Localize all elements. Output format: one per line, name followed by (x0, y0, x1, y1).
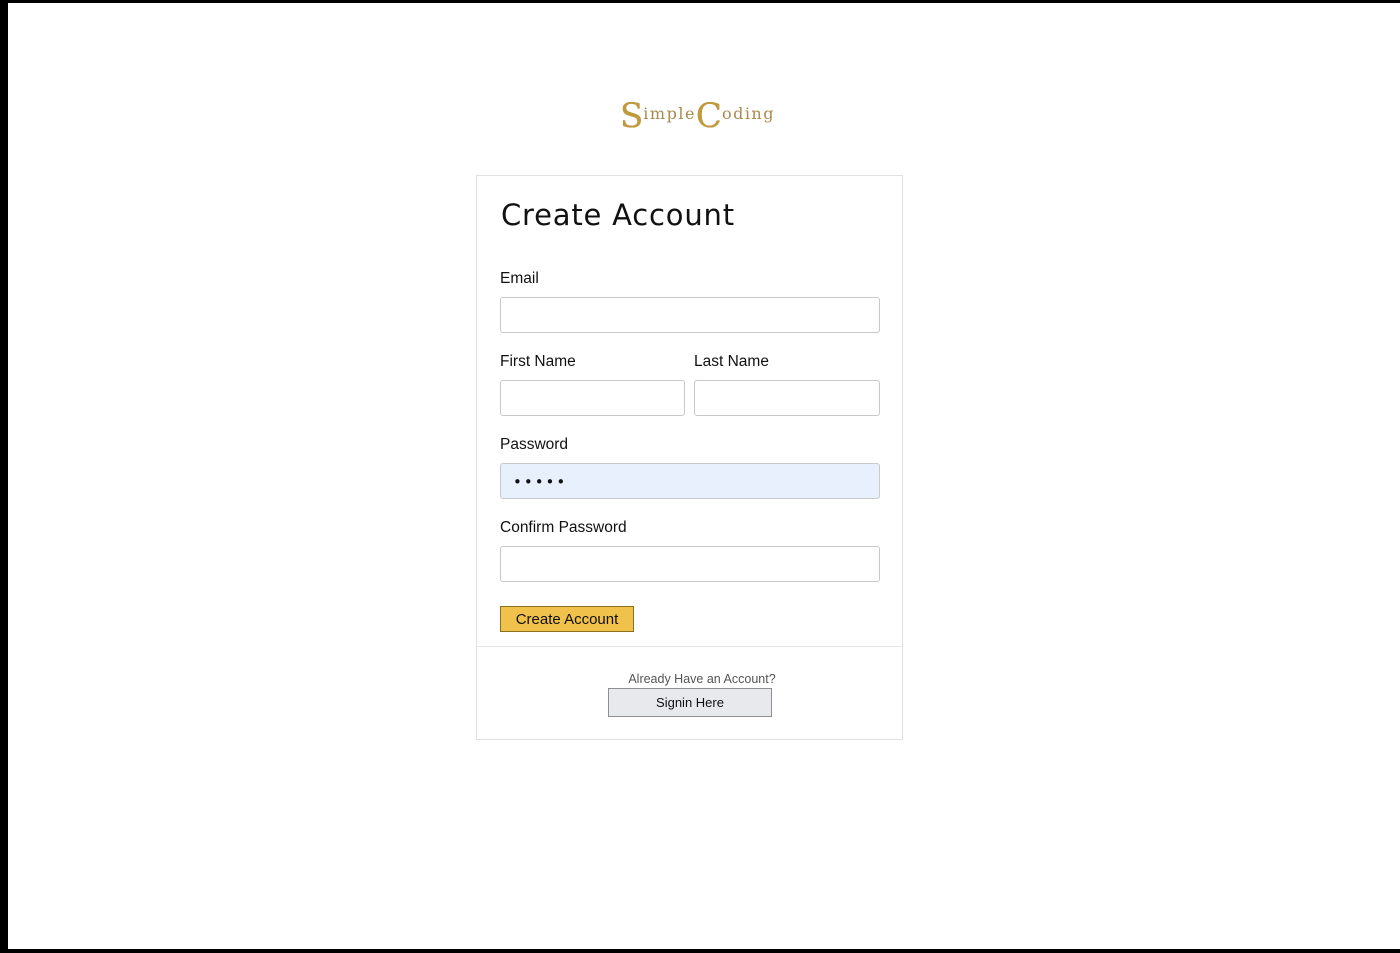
last-name-label: Last Name (694, 353, 769, 370)
logo-text-imple: imple (643, 104, 696, 123)
first-name-label: First Name (500, 353, 576, 370)
password-label: Password (500, 436, 569, 453)
create-account-card: Create Account Email First Name Last Nam… (476, 175, 903, 740)
confirm-password-field[interactable] (500, 546, 880, 582)
page-title: Create Account (501, 198, 735, 232)
logo-letter-c: C (695, 96, 722, 136)
password-field[interactable]: ••••• (500, 463, 880, 499)
email-field[interactable] (500, 297, 880, 333)
simple-coding-logo: S imple C oding (620, 96, 773, 136)
logo-letter-s: S (620, 96, 644, 136)
already-have-account-text: Already Have an Account? (628, 672, 776, 686)
last-name-field[interactable] (694, 380, 880, 416)
logo-text-oding: oding (721, 104, 775, 123)
create-account-button[interactable]: Create Account (500, 606, 634, 632)
signin-button[interactable]: Signin Here (608, 688, 772, 717)
email-label: Email (500, 270, 539, 287)
first-name-field[interactable] (500, 380, 685, 416)
card-divider (477, 646, 902, 647)
browser-viewport: S imple C oding Create Account Email Fir… (0, 0, 1400, 953)
confirm-password-label: Confirm Password (500, 519, 627, 536)
